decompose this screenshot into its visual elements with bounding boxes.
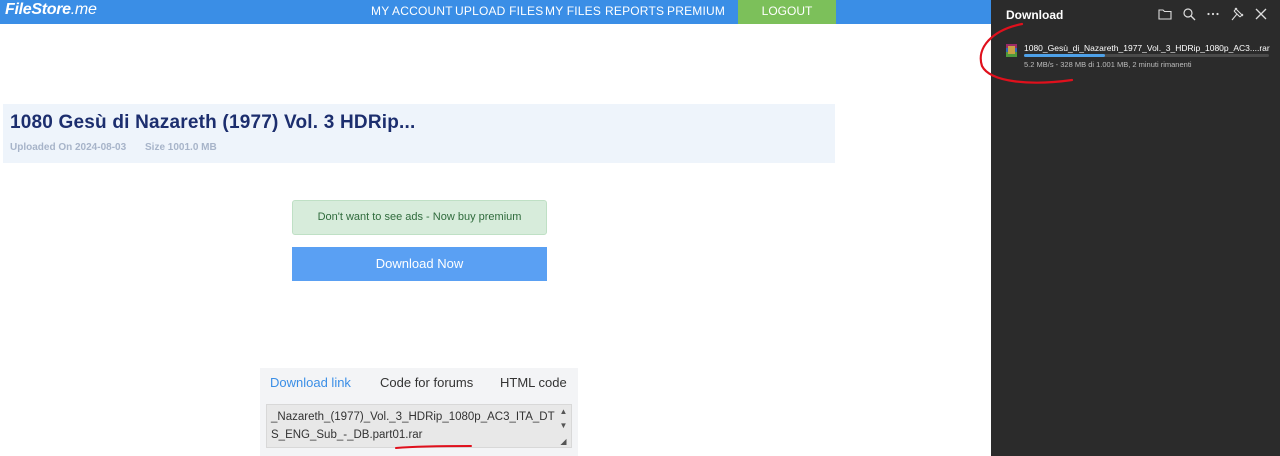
download-panel: Download 1080_Gesù_di_Nazareth_1977_Vol.… (991, 0, 1280, 456)
site-logo[interactable]: FileStore.me (5, 1, 97, 19)
folder-icon[interactable] (1158, 7, 1172, 21)
more-icon[interactable] (1206, 7, 1220, 21)
upload-date: Uploaded On 2024-08-03 (10, 142, 127, 153)
download-now-button[interactable]: Download Now (292, 247, 547, 281)
nav-my-account[interactable]: MY ACCOUNT (371, 4, 453, 18)
tab-download-link[interactable]: Download link (260, 368, 361, 398)
download-file-name: 1080_Gesù_di_Nazareth_1977_Vol._3_HDRip_… (1024, 43, 1270, 53)
resize-handle-icon[interactable]: ◢ (559, 437, 568, 447)
download-link-text: _Nazareth_(1977)_Vol._3_HDRip_1080p_AC3_… (271, 411, 555, 441)
logo-bold: FileStore (5, 1, 71, 18)
scroll-up-icon[interactable]: ▲ (559, 407, 568, 417)
download-status: 5.2 MB/s - 328 MB di 1.001 MB, 2 minuti … (1024, 60, 1192, 69)
search-icon[interactable] (1182, 7, 1196, 21)
nav-reports[interactable]: REPORTS (605, 4, 664, 18)
nav-my-files[interactable]: MY FILES (545, 4, 601, 18)
scroll-down-icon[interactable]: ▼ (559, 421, 568, 431)
tab-code-for-forums[interactable]: Code for forums (370, 368, 483, 398)
pin-icon[interactable] (1230, 7, 1244, 21)
file-size: Size 1001.0 MB (145, 142, 217, 153)
buy-premium-banner[interactable]: Don't want to see ads - Now buy premium (292, 200, 547, 235)
file-info-panel: 1080 Gesù di Nazareth (1977) Vol. 3 HDRi… (3, 104, 835, 163)
close-icon[interactable] (1254, 7, 1268, 21)
tab-html-code[interactable]: HTML code (490, 368, 577, 398)
nav-upload-files[interactable]: UPLOAD FILES (455, 4, 543, 18)
logo-light: .me (70, 1, 97, 18)
logout-button[interactable]: LOGOUT (738, 0, 836, 24)
top-nav-bar: FileStore.me MY ACCOUNT UPLOAD FILES MY … (0, 0, 991, 24)
archive-file-icon (1006, 44, 1017, 57)
download-progress-bar (1024, 54, 1269, 57)
download-panel-title: Download (1006, 8, 1064, 22)
download-progress-fill (1024, 54, 1105, 57)
download-link-textarea[interactable]: _Nazareth_(1977)_Vol._3_HDRip_1080p_AC3_… (266, 404, 572, 448)
file-title: 1080 Gesù di Nazareth (1977) Vol. 3 HDRi… (10, 112, 416, 133)
nav-premium[interactable]: PREMIUM (667, 4, 725, 18)
